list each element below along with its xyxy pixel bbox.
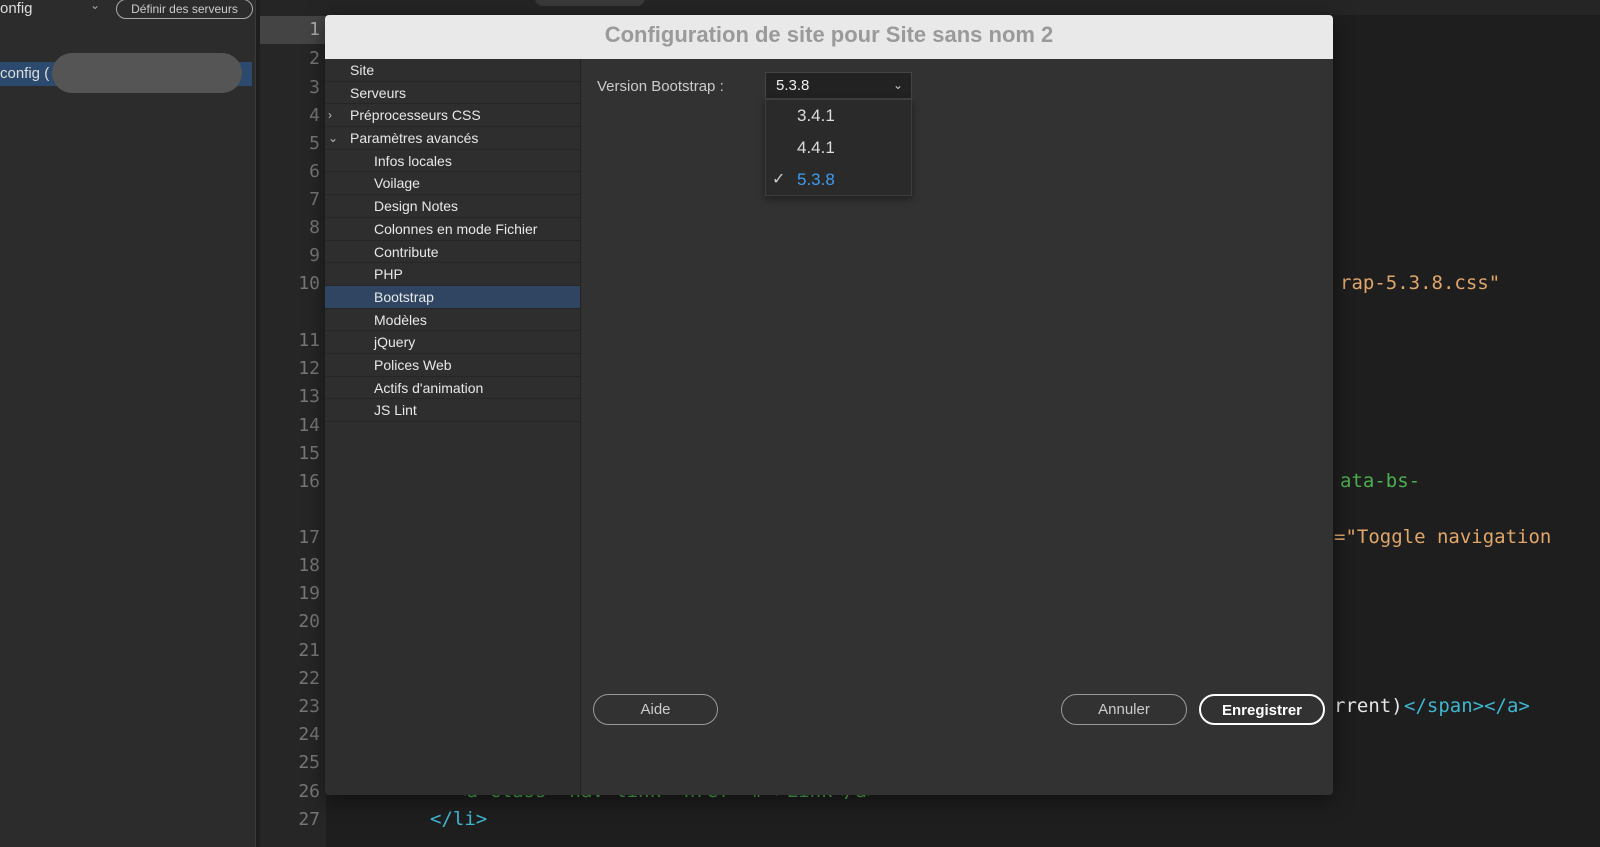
code-fragment: ata-bs- xyxy=(1340,470,1421,492)
sidebar-item-label: Design Notes xyxy=(374,198,459,215)
line-number: 17 xyxy=(298,527,320,548)
chevron-down-icon: ⌄ xyxy=(90,0,101,12)
sidebar-item-label: Site xyxy=(350,62,375,78)
chevron-down-icon[interactable]: ⌄ xyxy=(328,127,338,149)
sidebar-item[interactable]: Actifs d'animation xyxy=(325,377,580,400)
code-fragment: rap-5.3.8.css" xyxy=(1340,272,1501,294)
line-number: 18 xyxy=(298,555,320,576)
selected-version: 5.3.8 xyxy=(776,77,810,94)
sidebar-item[interactable]: PHP xyxy=(325,263,580,286)
sidebar-item-label: Contribute xyxy=(374,243,439,260)
sidebar-item-label: Colonnes en mode Fichier xyxy=(374,220,538,237)
save-button[interactable]: Enregistrer xyxy=(1199,694,1325,725)
checkmark-icon: ✓ xyxy=(772,171,786,188)
option-label: 4.4.1 xyxy=(797,138,835,157)
code-fragment: </li> xyxy=(430,808,488,830)
code-fragment: rrent) xyxy=(1334,695,1403,717)
line-number: 26 xyxy=(298,781,320,802)
sidebar-item[interactable]: Modèles xyxy=(325,309,580,332)
sidebar-item[interactable]: Design Notes xyxy=(325,195,580,218)
line-number: 8 xyxy=(309,217,320,238)
line-number: 5 xyxy=(309,133,320,154)
sidebar-item-label: Voilage xyxy=(374,175,420,192)
version-dropdown-menu: 3.4.1 4.4.1 ✓ 5.3.8 xyxy=(765,99,912,196)
help-button[interactable]: Aide xyxy=(593,694,718,725)
bootstrap-version-select[interactable]: 5.3.8 ⌄ xyxy=(765,72,912,99)
sidebar-item[interactable]: Colonnes en mode Fichier xyxy=(325,218,580,241)
dialog-content: Version Bootstrap : 5.3.8 ⌄ 3.4.1 4.4.1 ✓… xyxy=(582,59,1333,795)
sidebar-item-label: Bootstrap xyxy=(374,288,434,305)
line-number: 21 xyxy=(298,640,320,661)
sidebar-item[interactable]: jQuery xyxy=(325,331,580,354)
line-number: 13 xyxy=(298,386,320,407)
sidebar-item-label: Paramètres avancés xyxy=(350,130,479,147)
sidebar-item[interactable]: Bootstrap xyxy=(325,285,580,309)
line-number: 16 xyxy=(298,471,320,492)
version-option[interactable]: 3.4.1 xyxy=(766,100,911,132)
line-number: 14 xyxy=(298,415,320,436)
line-number: 20 xyxy=(298,611,320,632)
sidebar-item-label: JS Lint xyxy=(374,402,417,419)
sidebar-item[interactable]: Serveurs xyxy=(325,82,580,105)
editor-toolbar xyxy=(260,0,1600,15)
line-number: 10 xyxy=(298,273,320,294)
line-number: 27 xyxy=(298,809,320,830)
sidebar-item[interactable]: Contribute xyxy=(325,241,580,264)
sidebar-item-label: Préprocesseurs CSS xyxy=(350,107,481,124)
version-option-selected[interactable]: ✓ 5.3.8 xyxy=(766,164,911,196)
sidebar-item-label: jQuery xyxy=(374,334,416,351)
line-number: 22 xyxy=(298,668,320,689)
sidebar-item[interactable]: Infos locales xyxy=(325,150,580,173)
sidebar-item-label: PHP xyxy=(374,266,403,283)
dialog-title: Configuration de site pour Site sans nom… xyxy=(325,15,1333,59)
sidebar-item-label: Modèles xyxy=(374,311,427,328)
toolbar-tab[interactable] xyxy=(535,0,645,6)
chevron-right-icon[interactable]: › xyxy=(328,104,332,126)
line-gutter: 1 2 3 4 5 6 7 8 9 10 11 12 13 14 15 16 17 18 19 20 21 22 23 24 2… xyxy=(260,15,326,847)
sidebar-item-label: Actifs d'animation xyxy=(374,379,484,396)
line-number: 11 xyxy=(298,330,320,351)
line-number: 15 xyxy=(298,443,320,464)
line-number: 1 xyxy=(260,16,326,44)
sidebar-item[interactable]: Polices Web xyxy=(325,354,580,377)
sidebar-item[interactable]: › Préprocesseurs CSS xyxy=(325,104,580,128)
line-number: 4 xyxy=(309,105,320,126)
define-servers-button[interactable]: Définir des serveurs xyxy=(116,0,253,19)
bootstrap-version-label: Version Bootstrap : xyxy=(597,78,724,95)
sidebar-item-label: Infos locales xyxy=(374,152,452,169)
sidebar-item[interactable]: Voilage xyxy=(325,172,580,196)
line-number: 7 xyxy=(309,189,320,210)
line-number: 12 xyxy=(298,358,320,379)
line-number: 3 xyxy=(309,77,320,98)
option-label: 5.3.8 xyxy=(797,170,835,189)
code-fragment: </span></a> xyxy=(1404,695,1530,717)
cancel-button[interactable]: Annuler xyxy=(1061,694,1187,725)
code-fragment: ="Toggle navigation xyxy=(1334,526,1552,548)
line-number: 2 xyxy=(309,48,320,69)
sidebar-item[interactable]: Site xyxy=(325,59,580,82)
option-label: 3.4.1 xyxy=(797,106,835,125)
redacted-area xyxy=(52,53,242,93)
sidebar-item-label: Polices Web xyxy=(374,356,452,373)
sidebar-item[interactable]: JS Lint xyxy=(325,399,580,422)
dialog-sidebar: Site Serveurs › Préprocesseurs CSS ⌄ Paramètr… xyxy=(325,59,581,795)
sidebar-item[interactable]: ⌄ Paramètres avancés xyxy=(325,127,580,150)
site-select-value: onfig xyxy=(0,0,33,17)
site-setup-dialog: Configuration de site pour Site sans nom… xyxy=(325,15,1333,795)
chevron-down-icon: ⌄ xyxy=(892,78,903,92)
line-number: 23 xyxy=(298,696,320,717)
files-panel: onfig ⌄ Définir des serveurs config ( xyxy=(0,0,256,847)
line-number: 6 xyxy=(309,161,320,182)
version-option[interactable]: 4.4.1 xyxy=(766,132,911,164)
line-number: 19 xyxy=(298,583,320,604)
sidebar-item-label: Serveurs xyxy=(350,84,407,101)
site-select[interactable]: onfig ⌄ xyxy=(0,0,110,18)
line-number: 24 xyxy=(298,724,320,745)
line-number: 25 xyxy=(298,752,320,773)
line-number: 9 xyxy=(309,245,320,266)
